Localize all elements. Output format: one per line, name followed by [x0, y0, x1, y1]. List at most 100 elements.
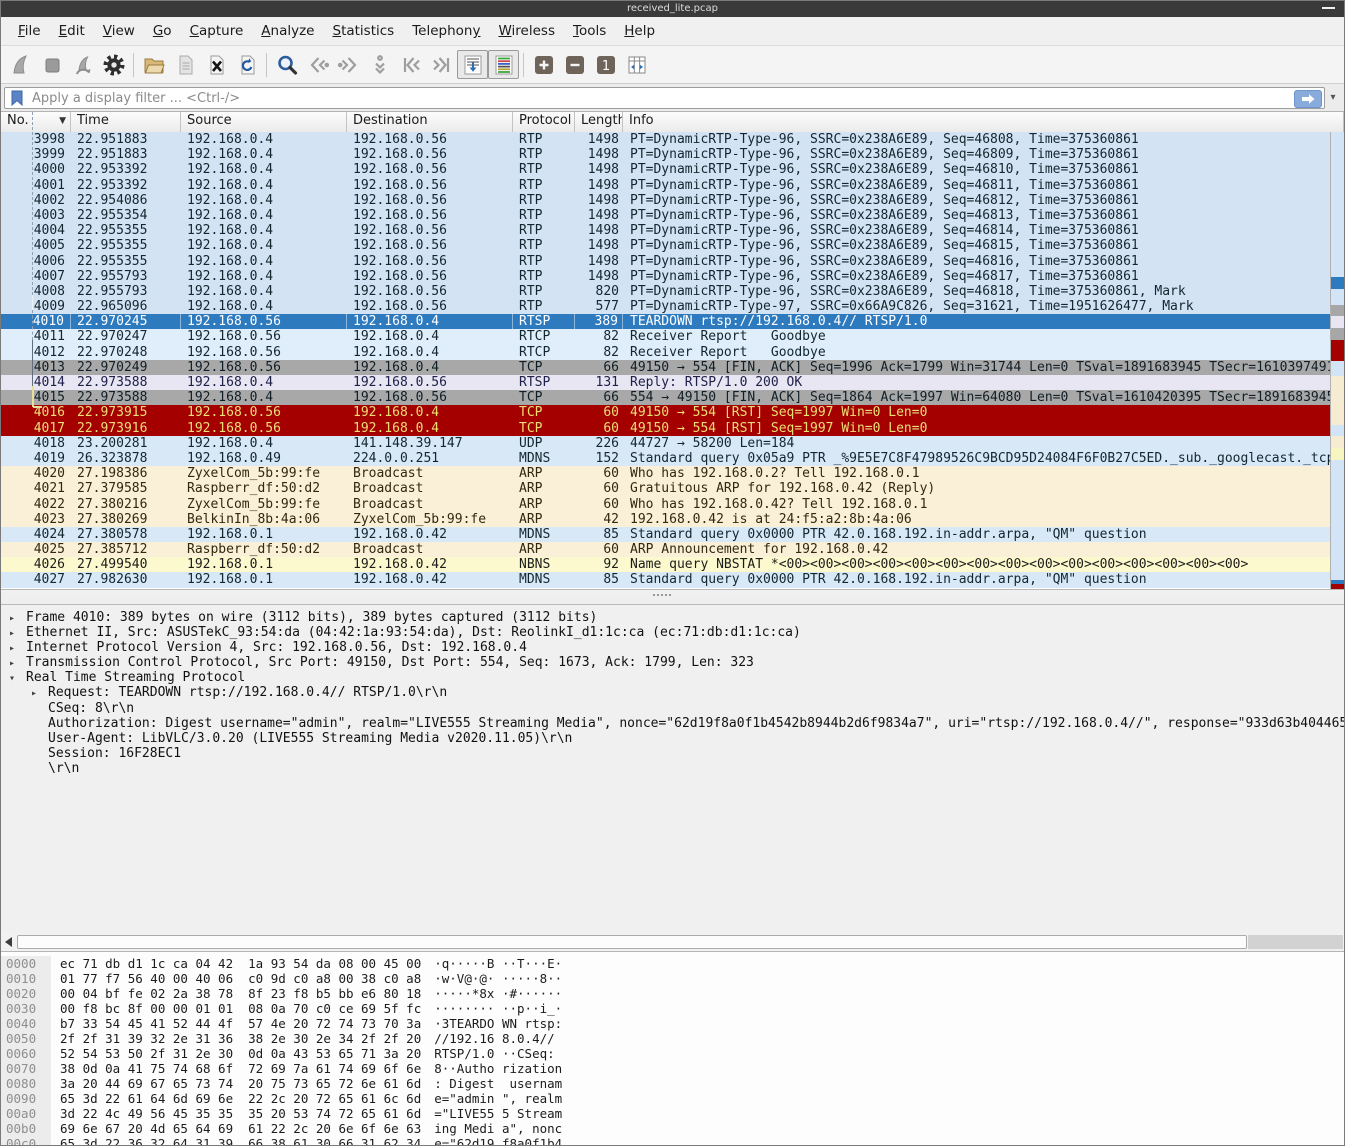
detail-line[interactable]: ▸Request: TEARDOWN rtsp://192.168.0.4// … [1, 685, 1344, 700]
pane-splitter[interactable] [1, 594, 1344, 605]
packet-list-minimap[interactable] [1330, 132, 1344, 589]
column-header-time[interactable]: Time [71, 112, 181, 132]
hex-row[interactable]: 00a03d 22 4c 49 56 45 35 35 35 20 53 74 … [1, 1106, 1344, 1121]
chevron-right-icon[interactable]: ▸ [9, 611, 26, 625]
detail-line[interactable]: ▸Transmission Control Protocol, Src Port… [1, 655, 1344, 670]
menu-tools[interactable]: Tools [564, 19, 615, 43]
bookmark-icon[interactable] [10, 90, 24, 106]
packet-row-4011[interactable]: 401122.970247192.168.0.56192.168.0.4RTCP… [1, 329, 1330, 344]
packet-row-4024[interactable]: 402427.380578192.168.0.1192.168.0.42MDNS… [1, 527, 1330, 542]
stop-capture-icon[interactable] [36, 50, 67, 79]
menu-edit[interactable]: Edit [50, 19, 94, 43]
menu-statistics[interactable]: Statistics [323, 19, 403, 43]
packet-row-4025[interactable]: 402527.385712Raspberr_df:50:d2BroadcastA… [1, 542, 1330, 557]
hex-row[interactable]: 00b069 6e 67 20 4d 65 64 69 61 22 2c 20 … [1, 1121, 1344, 1136]
column-header-protocol[interactable]: Protocol [513, 112, 575, 132]
chevron-down-icon[interactable]: ▾ [9, 671, 26, 685]
save-file-icon[interactable] [169, 50, 200, 79]
packet-row-4020[interactable]: 402027.198386ZyxelCom_5b:99:feBroadcastA… [1, 466, 1330, 481]
hex-row[interactable]: 001001 77 f7 56 40 00 40 06 c0 9d c0 a8 … [1, 971, 1344, 986]
apply-filter-button[interactable] [1294, 90, 1322, 108]
hex-row[interactable]: 009065 3d 22 61 64 6d 69 6e 22 2c 20 72 … [1, 1091, 1344, 1106]
hex-row[interactable]: 006052 54 53 50 2f 31 2e 30 0d 0a 43 53 … [1, 1046, 1344, 1061]
packet-row-4000[interactable]: 400022.953392192.168.0.4192.168.0.56RTP1… [1, 162, 1330, 177]
go-to-packet-icon[interactable] [364, 50, 395, 79]
packet-row-4009[interactable]: 400922.965096192.168.0.4192.168.0.56RTP5… [1, 299, 1330, 314]
chevron-right-icon[interactable]: ▸ [31, 686, 48, 700]
packet-row-4016[interactable]: 401622.973915192.168.0.56192.168.0.4TCP6… [1, 405, 1330, 420]
menu-help[interactable]: Help [615, 19, 664, 43]
minimize-button[interactable] [1322, 7, 1335, 9]
go-last-packet-icon[interactable] [426, 50, 457, 79]
column-header-destination[interactable]: Destination [347, 112, 513, 132]
chevron-right-icon[interactable]: ▸ [9, 626, 26, 640]
packet-row-4022[interactable]: 402227.380216ZyxelCom_5b:99:feBroadcastA… [1, 497, 1330, 512]
packet-row-4004[interactable]: 400422.955355192.168.0.4192.168.0.56RTP1… [1, 223, 1330, 238]
start-capture-icon[interactable] [5, 50, 36, 79]
zoom-in-icon[interactable] [528, 50, 559, 79]
detail-line[interactable]: ▸Ethernet II, Src: ASUSTekC_93:54:da (04… [1, 625, 1344, 640]
go-forward-icon[interactable] [333, 50, 364, 79]
packet-row-4007[interactable]: 400722.955793192.168.0.4192.168.0.56RTP1… [1, 269, 1330, 284]
go-back-icon[interactable] [302, 50, 333, 79]
packet-row-4019[interactable]: 401926.323878192.168.0.49224.0.0.251MDNS… [1, 451, 1330, 466]
hex-row[interactable]: 00c065 3d 22 36 32 64 31 39 66 38 61 30 … [1, 1136, 1344, 1146]
packet-row-4026[interactable]: 402627.499540192.168.0.1192.168.0.42NBNS… [1, 557, 1330, 572]
menu-go[interactable]: Go [144, 19, 181, 43]
menu-telephony[interactable]: Telephony [403, 19, 489, 43]
packet-row-4017[interactable]: 401722.973916192.168.0.56192.168.0.4TCP6… [1, 421, 1330, 436]
go-first-packet-icon[interactable] [395, 50, 426, 79]
packet-row-3999[interactable]: 399922.951883192.168.0.4192.168.0.56RTP1… [1, 147, 1330, 162]
hex-row[interactable]: 00803a 20 44 69 67 65 73 74 20 75 73 65 … [1, 1076, 1344, 1091]
detail-line[interactable]: Authorization: Digest username="admin", … [1, 716, 1344, 731]
menu-capture[interactable]: Capture [181, 19, 253, 43]
chevron-right-icon[interactable]: ▸ [9, 641, 26, 655]
hex-row[interactable]: 0040b7 33 54 45 41 52 44 4f 57 4e 20 72 … [1, 1016, 1344, 1031]
column-header-info[interactable]: Info [623, 112, 1344, 132]
detail-line[interactable]: User-Agent: LibVLC/3.0.20 (LIVE555 Strea… [1, 731, 1344, 746]
find-packet-icon[interactable] [271, 50, 302, 79]
detail-line[interactable]: \r\n [1, 761, 1344, 776]
packet-row-4006[interactable]: 400622.955355192.168.0.4192.168.0.56RTP1… [1, 254, 1330, 269]
packet-row-4005[interactable]: 400522.955355192.168.0.4192.168.0.56RTP1… [1, 238, 1330, 253]
hex-row[interactable]: 003000 f8 bc 8f 00 00 01 01 08 0a 70 c0 … [1, 1001, 1344, 1016]
restart-capture-icon[interactable] [67, 50, 98, 79]
packet-row-4003[interactable]: 400322.955354192.168.0.4192.168.0.56RTP1… [1, 208, 1330, 223]
menu-analyze[interactable]: Analyze [252, 19, 323, 43]
scrollbar-thumb[interactable] [17, 935, 1247, 949]
packet-row-4010[interactable]: 401022.970245192.168.0.56192.168.0.4RTSP… [1, 314, 1330, 329]
hex-row[interactable]: 002000 04 bf fe 02 2a 38 78 8f 23 f8 b5 … [1, 986, 1344, 1001]
hex-row[interactable]: 0000ec 71 db d1 1c ca 04 42 1a 93 54 da … [1, 956, 1344, 971]
menu-view[interactable]: View [94, 19, 144, 43]
packet-row-4013[interactable]: 401322.970249192.168.0.56192.168.0.4TCP6… [1, 360, 1330, 375]
column-header-source[interactable]: Source [181, 112, 347, 132]
chevron-right-icon[interactable]: ▸ [9, 656, 26, 670]
menu-file[interactable]: File [9, 19, 50, 43]
close-file-icon[interactable] [200, 50, 231, 79]
column-header-no[interactable]: No.▼ [1, 112, 71, 132]
detail-line[interactable]: Session: 16F28EC1 [1, 746, 1344, 761]
packet-row-4008[interactable]: 400822.955793192.168.0.4192.168.0.56RTP8… [1, 284, 1330, 299]
packet-row-4018[interactable]: 401823.200281192.168.0.4141.148.39.147UD… [1, 436, 1330, 451]
detail-line[interactable]: ▸Frame 4010: 389 bytes on wire (3112 bit… [1, 610, 1344, 625]
packet-row-4027[interactable]: 402727.982630192.168.0.1192.168.0.42MDNS… [1, 572, 1330, 587]
display-filter-input[interactable] [4, 87, 1325, 109]
packet-row-4001[interactable]: 400122.953392192.168.0.4192.168.0.56RTP1… [1, 178, 1330, 193]
colorize-toggle-icon[interactable] [488, 50, 519, 79]
zoom-out-icon[interactable] [559, 50, 590, 79]
packet-row-4021[interactable]: 402127.379585Raspberr_df:50:d2BroadcastA… [1, 481, 1330, 496]
packet-row-4002[interactable]: 400222.954086192.168.0.4192.168.0.56RTP1… [1, 193, 1330, 208]
auto-scroll-toggle-icon[interactable] [457, 50, 488, 79]
resize-columns-icon[interactable] [621, 50, 652, 79]
filter-dropdown-caret[interactable]: ▾ [1325, 92, 1341, 103]
scrollbar-track[interactable] [1248, 935, 1343, 949]
hex-row[interactable]: 00502f 2f 31 39 32 2e 31 36 38 2e 30 2e … [1, 1031, 1344, 1046]
detail-line[interactable]: CSeq: 8\r\n [1, 701, 1344, 716]
packet-row-4012[interactable]: 401222.970248192.168.0.56192.168.0.4RTCP… [1, 345, 1330, 360]
scroll-left-arrow-icon[interactable] [5, 937, 12, 947]
packet-row-4014[interactable]: 401422.973588192.168.0.4192.168.0.56RTSP… [1, 375, 1330, 390]
packet-row-4015[interactable]: 401522.973588192.168.0.4192.168.0.56TCP6… [1, 390, 1330, 405]
reload-file-icon[interactable] [231, 50, 262, 79]
column-header-length[interactable]: Length [575, 112, 623, 132]
detail-line[interactable]: ▸Internet Protocol Version 4, Src: 192.1… [1, 640, 1344, 655]
